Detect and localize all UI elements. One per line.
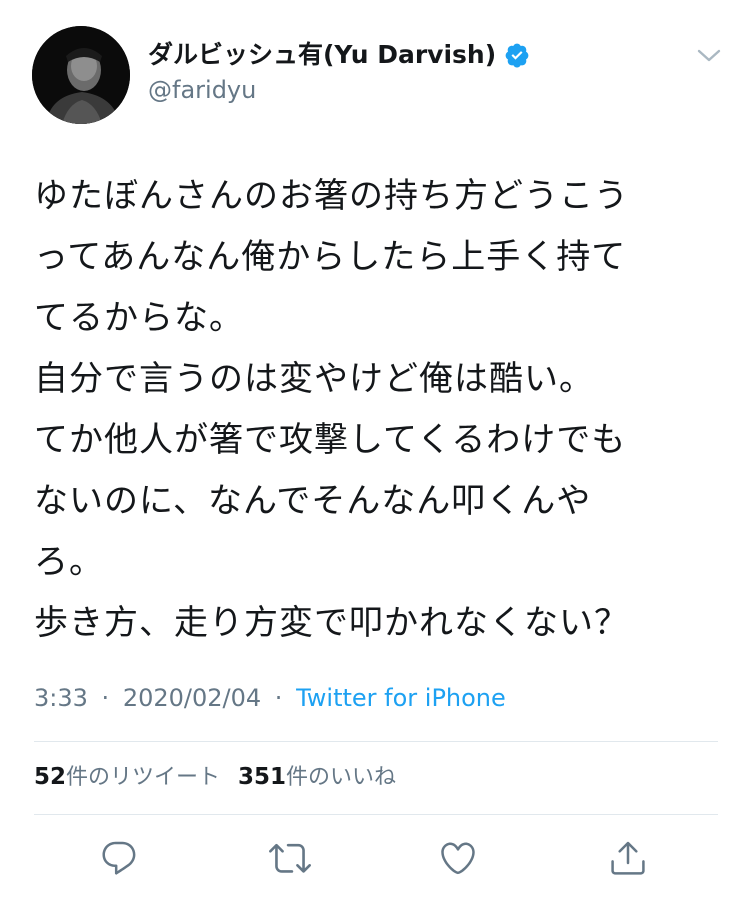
tweet-text-line: ろ。	[34, 542, 104, 582]
tweet-source-link[interactable]: Twitter for iPhone	[296, 684, 506, 712]
chevron-down-icon[interactable]	[696, 46, 722, 66]
tweet-date[interactable]: 2020/02/04	[123, 684, 261, 712]
heart-icon	[441, 842, 475, 875]
tweet-meta: 3:33 · 2020/02/04 · Twitter for iPhone	[34, 680, 506, 716]
tweet-text-line: てか他人が箸で攻撃してくるわけでも	[34, 420, 627, 460]
share-button[interactable]	[606, 836, 650, 880]
likes-count: 351	[238, 764, 287, 790]
tweet-text-line: 歩き方、走り方変で叩かれなくない？	[34, 603, 629, 643]
tweet-text-line: てるからな。	[34, 298, 244, 338]
reply-button[interactable]	[97, 836, 141, 880]
share-icon	[611, 841, 645, 875]
likes-stat[interactable]: 351件のいいね	[238, 764, 397, 790]
like-button[interactable]	[436, 836, 480, 880]
tweet-text-line: ゆたぼんさんのお箸の持ち方どうこう	[34, 176, 629, 216]
tweet-detail: ダルビッシュ有(Yu Darvish) @faridyu ゆたぼんさんのお箸の持…	[0, 0, 750, 905]
retweets-count: 52	[34, 764, 67, 790]
tweet-text: ゆたぼんさんのお箸の持ち方どうこう ってあんなん俺からしたら上手く持て てるから…	[34, 166, 714, 654]
tweet-text-line: 自分で言うのは変やけど俺は酷い。	[34, 359, 594, 399]
avatar[interactable]	[32, 26, 130, 124]
display-name[interactable]: ダルビッシュ有(Yu Darvish)	[148, 38, 530, 72]
likes-label: 件のいいね	[286, 765, 397, 790]
retweet-button[interactable]	[268, 836, 312, 880]
tweet-text-line: ってあんなん俺からしたら上手く持て	[34, 237, 627, 277]
display-name-text: ダルビッシュ有(Yu Darvish)	[148, 40, 497, 69]
divider	[34, 741, 718, 742]
tweet-stats: 52件のリツイート 351件のいいね	[34, 759, 396, 796]
user-handle[interactable]: @faridyu	[148, 74, 256, 106]
retweets-stat[interactable]: 52件のリツイート	[34, 764, 221, 790]
verified-badge-icon	[504, 42, 530, 68]
meta-separator: ·	[274, 684, 283, 712]
avatar-photo	[32, 26, 130, 124]
tweet-time[interactable]: 3:33	[34, 684, 88, 712]
meta-separator: ·	[101, 684, 110, 712]
divider	[34, 814, 718, 815]
retweets-label: 件のリツイート	[66, 765, 221, 790]
tweet-text-line: ないのに、なんでそんなん叩くんや	[34, 481, 592, 521]
reply-icon	[102, 841, 136, 875]
retweet-icon	[269, 843, 311, 873]
